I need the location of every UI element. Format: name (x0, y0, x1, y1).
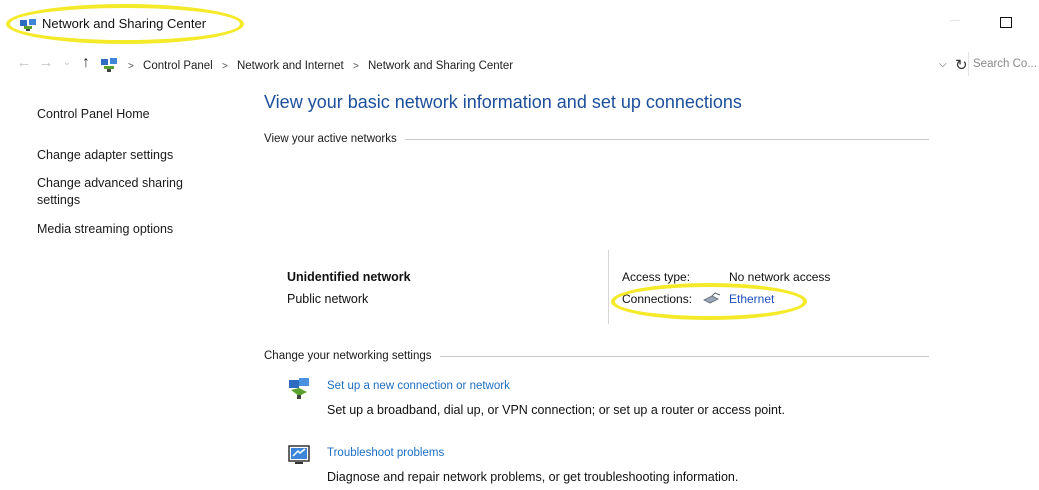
title-bar: Network and Sharing Center (0, 0, 1039, 44)
back-arrow-icon[interactable]: ← (16, 54, 32, 72)
access-type-label: Access type: (622, 270, 691, 284)
active-networks-section-header: View your active networks (264, 131, 929, 147)
breadcrumb: > Control Panel > Network and Internet >… (122, 60, 513, 72)
settings-heading: Change your networking settings (264, 350, 432, 362)
section-divider (404, 138, 929, 140)
control-panel-icon (101, 58, 117, 72)
access-type-value: No network access (729, 270, 831, 284)
network-center-icon (20, 19, 36, 31)
maximize-button[interactable] (998, 14, 1014, 30)
window-title: Network and Sharing Center (42, 16, 207, 31)
network-info-divider (608, 250, 609, 324)
sidebar-item-media-streaming[interactable]: Media streaming options (37, 221, 212, 238)
setup-connection-link[interactable]: Set up a new connection or network (327, 380, 510, 392)
breadcrumb-network-and-internet[interactable]: Network and Internet (237, 60, 344, 72)
active-networks-heading: View your active networks (264, 133, 397, 145)
connections-highlight-annotation (611, 283, 807, 320)
sidebar-item-change-advanced-sharing[interactable]: Change advanced sharing settings (37, 175, 207, 209)
troubleshoot-description: Diagnose and repair network problems, or… (327, 470, 739, 484)
address-bar: ← → ⌄ ↑ > Control Panel > Network and In… (0, 50, 1039, 78)
refresh-icon[interactable]: ↻ (955, 56, 968, 74)
address-divider (968, 52, 969, 76)
setup-connection-description: Set up a broadband, dial up, or VPN conn… (327, 403, 785, 417)
network-name: Unidentified network (287, 270, 411, 284)
minimize-button[interactable] (950, 20, 960, 21)
address-dropdown-chevron-icon[interactable]: ⌵ (939, 59, 947, 70)
maximize-icon (1000, 16, 1012, 28)
breadcrumb-separator-icon: > (128, 61, 134, 72)
search-input[interactable]: Search Co... (973, 58, 1039, 70)
breadcrumb-separator-icon: > (221, 61, 228, 72)
troubleshoot-link[interactable]: Troubleshoot problems (327, 447, 444, 459)
breadcrumb-control-panel[interactable]: Control Panel (143, 60, 213, 72)
breadcrumb-separator-icon: > (352, 61, 359, 72)
forward-arrow-icon[interactable]: → (38, 54, 54, 72)
settings-section-header: Change your networking settings (264, 348, 929, 364)
troubleshoot-icon (288, 445, 310, 464)
recent-locations-chevron-icon[interactable]: ⌄ (59, 54, 75, 72)
page-title: View your basic network information and … (264, 92, 742, 112)
section-divider (439, 355, 929, 357)
breadcrumb-network-and-sharing-center[interactable]: Network and Sharing Center (368, 60, 513, 72)
up-arrow-icon[interactable]: ↑ (78, 54, 94, 72)
sidebar-item-change-adapter-settings[interactable]: Change adapter settings (37, 147, 212, 164)
new-connection-icon (289, 378, 309, 399)
network-category: Public network (287, 292, 369, 306)
sidebar-item-control-panel-home[interactable]: Control Panel Home (37, 106, 212, 123)
